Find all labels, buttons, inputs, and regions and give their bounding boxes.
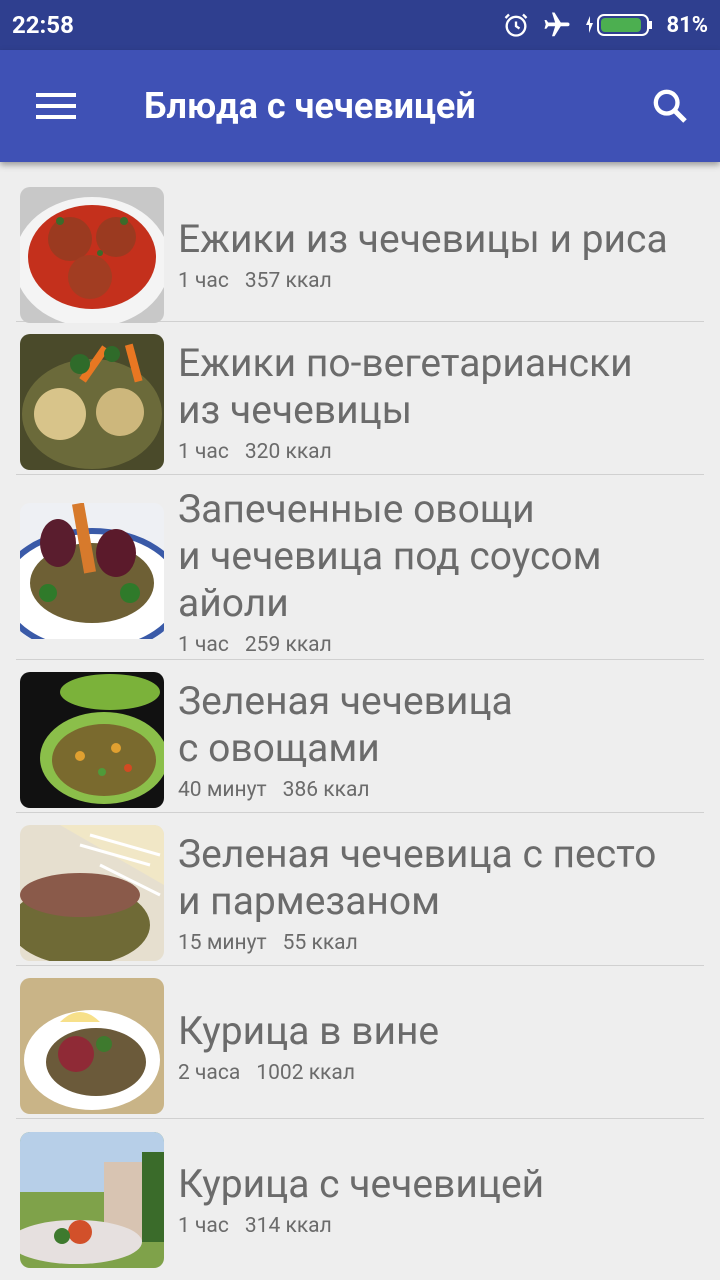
recipe-kcal: 357 ккал [244,269,332,293]
menu-button[interactable] [0,50,112,162]
recipe-title: Ежики из чечевицы и риса [178,216,668,262]
search-button[interactable] [620,50,720,162]
recipe-time: 1 час [178,632,229,657]
recipe-title: Курица в вине [178,1007,440,1054]
recipe-title: Запеченные овощи и чечевица под соусом айо… [178,485,602,626]
recipe-thumbnail [20,672,164,808]
recipe-item[interactable]: Зеленая чечевица с песто и пармезаном 15 … [16,813,704,966]
recipe-list: Ежики из чечевицы и риса 1 час 357 ккал Е… [16,180,704,1272]
recipe-title: Ежики по-вегетариански из чечевицы [178,340,633,433]
recipe-kcal: 314 ккал [244,1214,332,1238]
recipe-time: 1 час [178,269,229,293]
airplane-icon [544,12,570,37]
recipe-thumbnail [20,825,164,961]
recipe-item[interactable]: Ежики из чечевицы и риса 1 час 357 ккал [16,180,704,323]
recipe-time: 1 час [178,440,229,464]
recipe-time: 1 час [178,1214,229,1238]
battery-percent: 81% [666,12,708,38]
recipe-kcal: 320 ккал [244,440,332,464]
recipe-kcal: 259 ккал [244,632,332,657]
status-icons: 81% [502,10,708,40]
recipe-time: 2 часа [178,1060,241,1085]
status-bar: 22:58 81% [0,0,720,50]
recipe-item[interactable]: Курица в вине 2 часа 1002 ккал [16,966,704,1119]
recipe-thumbnail [20,186,164,323]
recipe-time: 15 минут [178,931,267,955]
recipe-title: Зеленая чечевица с овощами [178,678,513,771]
recipe-time: 40 минут [178,778,267,802]
recipe-item[interactable]: Курица с чечевицей 1 час 314 ккал [16,1119,704,1272]
recipe-kcal: 55 ккал [282,931,358,955]
recipe-item[interactable]: Ежики по-вегетариански из чечевицы 1 час 3… [16,322,704,475]
recipe-thumbnail [20,1131,164,1268]
status-time: 22:58 [12,11,74,39]
recipe-item[interactable]: Запеченные овощи и чечевица под соусом айо… [16,475,704,660]
recipe-kcal: 1002 ккал [256,1060,355,1085]
search-icon [653,89,687,123]
recipe-thumbnail [20,334,164,470]
recipe-title: Курица с чечевицей [178,1161,545,1207]
recipe-thumbnail [20,978,164,1114]
page-title: Блюда с чечевицей [144,85,476,127]
recipe-title: Зеленая чечевица с песто и пармезаном [178,831,657,924]
alarm-icon [505,13,528,37]
app-bar: Блюда с чечевицей [0,50,720,162]
recipe-thumbnail [20,503,164,639]
hamburger-icon [36,93,76,119]
recipe-item[interactable]: Зеленая чечевица с овощами 40 минут 386 кк… [16,660,704,813]
recipe-kcal: 386 ккал [282,778,370,802]
battery-icon [586,14,653,36]
